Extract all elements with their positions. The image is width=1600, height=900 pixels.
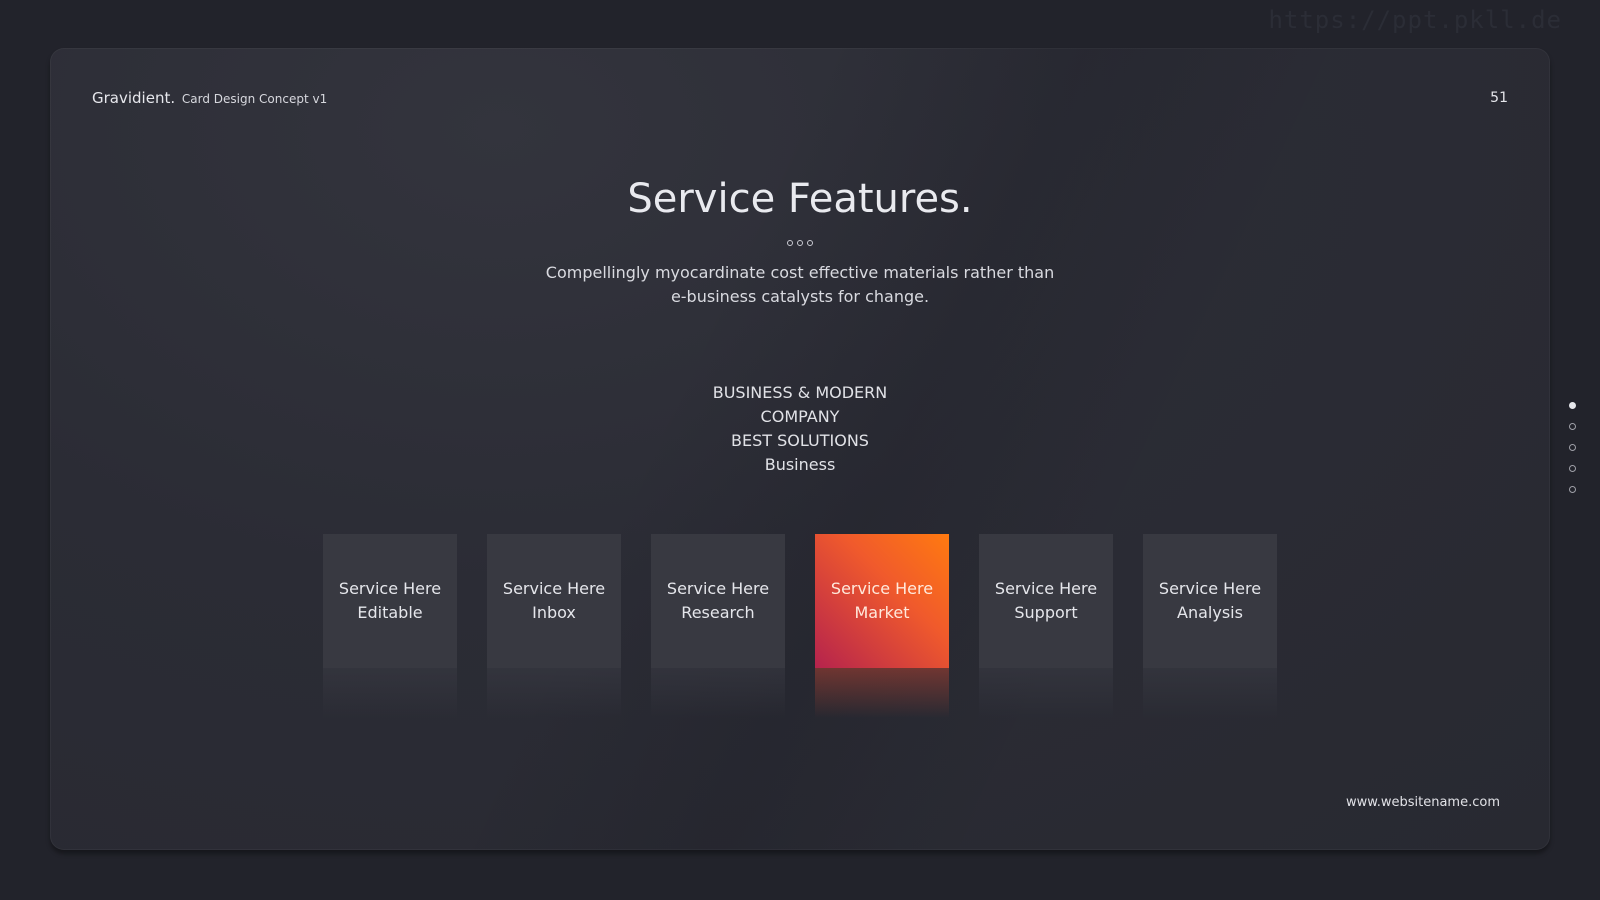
stage: https://ppt.pkll.de Gravidient. Card Des…	[0, 0, 1600, 900]
website-url[interactable]: www.websitename.com	[1346, 795, 1500, 810]
service-card-support[interactable]: Service Here Support	[979, 534, 1113, 718]
service-card-research[interactable]: Service Here Research	[651, 534, 785, 718]
card-label: Service Here Editable	[339, 577, 441, 625]
card-label-line: Service Here	[338, 579, 442, 598]
dot-icon	[787, 240, 793, 246]
page-title: Service Features.	[627, 176, 973, 222]
brand-name: Gravidient.	[92, 89, 176, 107]
card-label-line: Service Here	[994, 579, 1098, 598]
tagline-line: Business	[764, 455, 836, 474]
tagline-line: COMPANY	[760, 407, 840, 426]
card-label-line: Service Here	[502, 579, 606, 598]
slide: Gravidient. Card Design Concept v1 51 Se…	[50, 48, 1550, 850]
card-label-line: Editable	[357, 603, 423, 622]
subtitle-line: Compellingly myocardinate cost effective…	[545, 263, 1055, 282]
slide-pagination	[1569, 402, 1576, 493]
card-label-line: Inbox	[532, 603, 576, 622]
page-number: 51	[1490, 90, 1508, 106]
dot-icon	[797, 240, 803, 246]
card-label: Service Here Support	[995, 577, 1097, 625]
tagline: BUSINESS & MODERN COMPANY BEST SOLUTIONS…	[50, 381, 1550, 477]
card-label-line: Support	[1014, 603, 1078, 622]
subtitle-line: e-business catalysts for change.	[670, 287, 930, 306]
subtitle: Compellingly myocardinate cost effective…	[525, 261, 1075, 309]
service-card-market[interactable]: Service Here Market	[815, 534, 949, 718]
card-label: Service Here Inbox	[503, 577, 605, 625]
card-label: Service Here Research	[667, 577, 769, 625]
pagination-dot-2[interactable]	[1569, 423, 1576, 430]
card-label-line: Research	[681, 603, 755, 622]
pagination-dot-3[interactable]	[1569, 444, 1576, 451]
tagline-line: BEST SOLUTIONS	[731, 431, 869, 450]
pagination-dot-1[interactable]	[1569, 402, 1576, 409]
brand: Gravidient. Card Design Concept v1	[92, 89, 327, 107]
brand-subtitle: Card Design Concept v1	[181, 92, 328, 106]
card-label-line: Service Here	[666, 579, 770, 598]
pagination-dot-4[interactable]	[1569, 465, 1576, 472]
card-label-line: Market	[854, 603, 910, 622]
card-label: Service Here Analysis	[1159, 577, 1261, 625]
card-label-line: Analysis	[1177, 603, 1243, 622]
service-card-editable[interactable]: Service Here Editable	[323, 534, 457, 718]
title-dots-ornament	[50, 240, 1550, 246]
dot-icon	[807, 240, 813, 246]
card-label: Service Here Market	[831, 577, 933, 625]
watermark: https://ppt.pkll.de	[1268, 6, 1562, 34]
service-cards: Service Here Editable Service Here Inbox…	[323, 534, 1277, 718]
card-label-line: Service Here	[830, 579, 934, 598]
pagination-dot-5[interactable]	[1569, 486, 1576, 493]
service-card-analysis[interactable]: Service Here Analysis	[1143, 534, 1277, 718]
card-label-line: Service Here	[1158, 579, 1262, 598]
service-card-inbox[interactable]: Service Here Inbox	[487, 534, 621, 718]
tagline-line: BUSINESS & MODERN	[712, 383, 888, 402]
